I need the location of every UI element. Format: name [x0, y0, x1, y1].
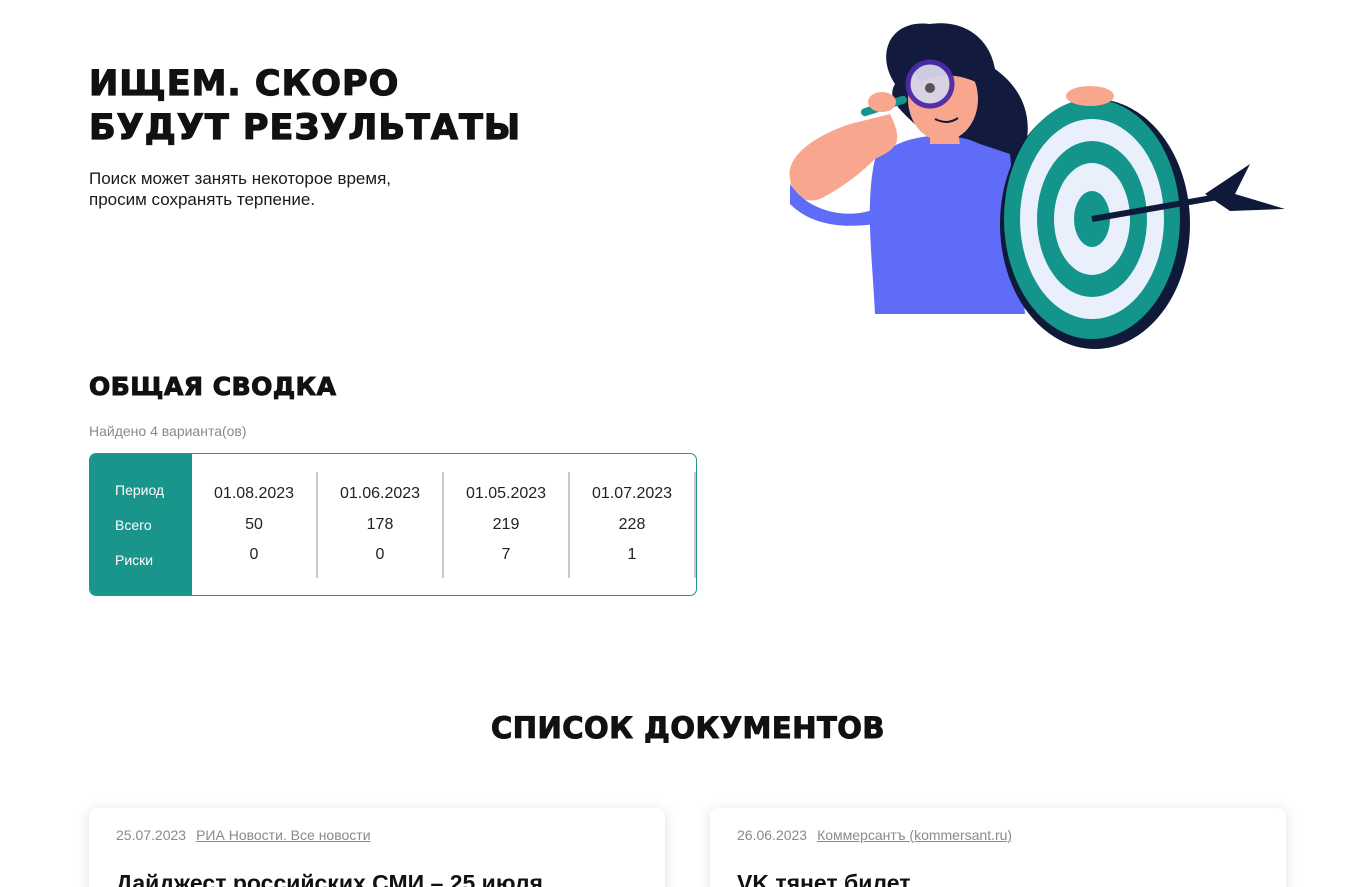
summary-column[interactable]: 01.05.2023 219 7: [444, 472, 570, 578]
column-period: 01.07.2023: [591, 485, 673, 502]
column-total: 50: [245, 515, 263, 533]
found-count-text: Найдено 4 варианта(ов): [89, 423, 247, 439]
row-label-total: Всего: [115, 517, 152, 533]
hero-title-line-2: БУДУТ РЕЗУЛЬТАТЫ: [88, 107, 522, 148]
document-date: 25.07.2023: [116, 827, 187, 843]
hero-title: ИЩЕМ. СКОРО БУДУТ РЕЗУЛЬТАТЫ: [88, 62, 522, 150]
hero-subtitle-line-1: Поиск может занять некоторое время,: [89, 169, 392, 188]
hero-subtitle: Поиск может занять некоторое время, прос…: [89, 168, 509, 210]
document-source-link[interactable]: РИА Новости. Все новости: [196, 827, 370, 843]
document-source-link[interactable]: Коммерсантъ (kommersant.ru): [817, 827, 1012, 843]
summary-table: Период Всего Риски 01.08.2023 50 0 01.06…: [89, 453, 697, 596]
document-card[interactable]: 25.07.2023 РИА Новости. Все новости Дайдж…: [89, 808, 665, 887]
column-risks: 1: [627, 546, 637, 563]
woman-with-magnifier-and-target-illustration: [789, 23, 1285, 349]
summary-row-labels: Период Всего Риски: [90, 454, 192, 595]
column-period: 01.05.2023: [465, 485, 547, 502]
column-total: 219: [492, 515, 520, 533]
document-date: 26.06.2023: [737, 827, 808, 843]
column-period: 01.06.2023: [339, 485, 421, 502]
document-headline[interactable]: VK тянет билет: [737, 870, 1259, 887]
document-card[interactable]: 26.06.2023 Коммерсантъ (kommersant.ru) VK…: [710, 808, 1286, 887]
hero-subtitle-line-2: просим сохранять терпение.: [89, 190, 316, 209]
document-meta: 25.07.2023 РИА Новости. Все новости: [116, 827, 638, 843]
column-total: 178: [366, 515, 394, 533]
column-total: 228: [618, 515, 646, 533]
row-label-period: Период: [115, 482, 165, 498]
summary-column[interactable]: 01.08.2023 50 0: [192, 472, 318, 578]
document-meta: 26.06.2023 Коммерсантъ (kommersant.ru): [737, 827, 1259, 843]
column-risks: 0: [375, 546, 385, 563]
summary-title: ОБЩАЯ СВОДКА: [88, 372, 337, 402]
summary-columns: 01.08.2023 50 0 01.06.2023 178 0 01.05.2…: [192, 454, 696, 595]
column-risks: 7: [501, 546, 511, 563]
summary-column[interactable]: 01.07.2023 228 1: [570, 472, 696, 578]
summary-column[interactable]: 01.06.2023 178 0: [318, 472, 444, 578]
hero-title-line-1: ИЩЕМ. СКОРО: [88, 63, 400, 104]
column-period: 01.08.2023: [213, 485, 295, 502]
row-label-risks: Риски: [115, 552, 154, 568]
documents-title: СПИСОК ДОКУМЕНТОВ: [490, 711, 886, 746]
document-headline[interactable]: Дайджест российских СМИ – 25 июля: [116, 870, 638, 887]
page: ИЩЕМ. СКОРО БУДУТ РЕЗУЛЬТАТЫ Поиск может…: [0, 0, 1352, 887]
column-risks: 0: [249, 546, 259, 563]
